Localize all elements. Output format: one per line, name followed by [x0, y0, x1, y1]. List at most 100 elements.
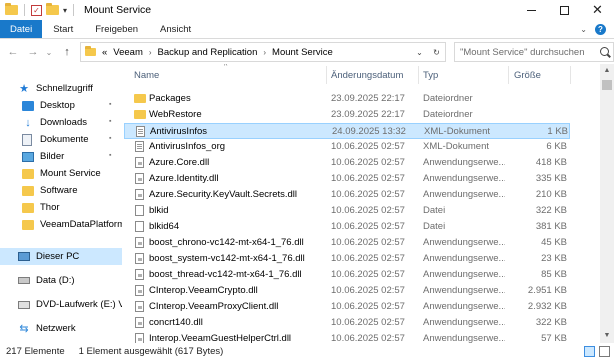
file-name: Azure.Core.dll [149, 157, 210, 168]
close-button[interactable]: ✕ [581, 0, 614, 20]
tab-datei[interactable]: Datei [0, 20, 43, 38]
file-name: blkid [149, 205, 169, 216]
nav-item-schnellzugriff[interactable]: ★ Schnellzugriff [0, 80, 122, 97]
address-bar[interactable]: « Veeam › Backup and Replication › Mount… [80, 42, 446, 62]
table-row[interactable]: boost_system-vc142-mt-x64-1_76.dll 10.06.… [124, 251, 570, 267]
large-icons-view-icon[interactable] [599, 346, 610, 357]
nav-item-software[interactable]: Software [0, 182, 122, 199]
file-size: 2.951 KB [527, 285, 567, 296]
column-divider[interactable] [326, 66, 327, 84]
file-size: 418 KB [535, 157, 567, 168]
drive-icon [18, 277, 30, 284]
table-row[interactable]: blkid64 10.06.2025 02:57 Datei 381 KB [124, 219, 570, 235]
table-row[interactable]: Azure.Core.dll 10.06.2025 02:57 Anwendungs… [124, 155, 570, 171]
breadcrumb-veeam[interactable]: Veeam [113, 47, 143, 58]
file-type: Dateiordner [423, 93, 473, 104]
column-header-size[interactable]: Größe [514, 70, 541, 81]
file-name: boost_system-vc142-mt-x64-1_76.dll [149, 253, 305, 264]
table-row[interactable]: Azure.Security.KeyVault.Secrets.dll 10.06… [124, 187, 570, 203]
file-name: Packages [149, 93, 191, 104]
title-bar: ✓ ▾ Mount Service ✕ [0, 0, 614, 20]
table-row[interactable]: WebRestore 23.09.2025 22:17 Dateiordner [124, 107, 570, 123]
quick-access-toolbar: ✓ ▾ [0, 3, 76, 16]
file-size: 45 KB [541, 237, 567, 248]
column-header-type[interactable]: Typ [423, 70, 438, 81]
scroll-down-icon[interactable]: ▼ [600, 329, 614, 343]
file-size: 6 KB [546, 141, 567, 152]
table-row[interactable]: Packages 23.09.2025 22:17 Dateiordner [124, 91, 570, 107]
dll-file-icon [135, 269, 144, 280]
file-type: Anwendungserwe... [423, 189, 505, 200]
customize-dropdown-icon[interactable]: ▾ [63, 6, 67, 15]
folder-icon[interactable] [5, 3, 18, 15]
nav-item-bilder[interactable]: Bilder ▪ [0, 148, 122, 165]
maximize-button[interactable] [548, 0, 581, 20]
nav-item-downloads[interactable]: ↓ Downloads ▪ [0, 114, 122, 131]
table-row[interactable]: CInterop.VeeamCrypto.dll 10.06.2025 02:57… [124, 283, 570, 299]
nav-item-dvd-laufwerk[interactable]: DVD-Laufwerk (E:) Ve [0, 296, 122, 313]
window-title: Mount Service [84, 4, 152, 16]
help-icon[interactable]: ? [595, 23, 606, 35]
file-type: Anwendungserwe... [423, 253, 505, 264]
tab-start[interactable]: Start [42, 20, 84, 38]
nav-item-label: Downloads [40, 117, 87, 128]
nav-item-netzwerk[interactable]: ⇆ Netzwerk [0, 320, 122, 337]
table-row[interactable]: blkid 10.06.2025 02:57 Datei 322 KB [124, 203, 570, 219]
view-toggle [584, 346, 610, 357]
column-divider[interactable] [508, 66, 509, 84]
details-view-icon[interactable] [584, 346, 595, 357]
file-date: 10.06.2025 02:57 [331, 253, 405, 264]
navigation-pane: ★ Schnellzugriff Desktop ▪ ↓ Downloads ▪… [0, 64, 122, 343]
search-icon[interactable] [600, 47, 609, 56]
minimize-button[interactable] [515, 0, 548, 20]
back-button[interactable]: ← [6, 46, 20, 58]
nav-item-thor[interactable]: Thor [0, 199, 122, 216]
tab-freigeben[interactable]: Freigeben [84, 20, 149, 38]
file-name: Interop.VeeamGuestHelperCtrl.dll [149, 333, 292, 343]
computer-icon [18, 252, 30, 261]
tab-ansicht[interactable]: Ansicht [149, 20, 202, 38]
column-header-modified[interactable]: Änderungsdatum [331, 70, 403, 81]
breadcrumb-separator-icon[interactable]: › [263, 48, 266, 57]
search-input[interactable]: "Mount Service" durchsuchen [454, 42, 614, 62]
breadcrumb-overflow[interactable]: « [102, 47, 107, 58]
minimize-icon [527, 9, 536, 11]
pin-icon: ▪ [109, 135, 112, 142]
nav-item-dieser-pc[interactable]: Dieser PC [0, 248, 122, 265]
forward-button[interactable]: → [26, 46, 40, 58]
nav-item-veeamdataplatform[interactable]: VeeamDataPlatform [0, 216, 122, 233]
nav-item-data-d[interactable]: Data (D:) [0, 272, 122, 289]
breadcrumb-backup-and-replication[interactable]: Backup and Replication [158, 47, 258, 58]
file-date: 10.06.2025 02:57 [331, 333, 405, 343]
file-date: 10.06.2025 02:57 [331, 205, 405, 216]
table-row[interactable]: Azure.Identity.dll 10.06.2025 02:57 Anwend… [124, 171, 570, 187]
table-row[interactable]: boost_chrono-vc142-mt-x64-1_76.dll 10.06.… [124, 235, 570, 251]
nav-item-label: Dokumente [40, 134, 89, 145]
file-name: boost_thread-vc142-mt-x64-1_76.dll [149, 269, 302, 280]
column-header-name[interactable]: Name [134, 70, 159, 81]
address-dropdown-icon[interactable]: ⌄ [416, 48, 423, 57]
new-folder-icon[interactable] [46, 3, 59, 15]
nav-item-dokumente[interactable]: Dokumente ▪ [0, 131, 122, 148]
up-button[interactable]: ↑ [60, 46, 74, 58]
column-divider[interactable] [418, 66, 419, 84]
vertical-scrollbar[interactable]: ▲ ▼ [600, 64, 614, 343]
nav-item-desktop[interactable]: Desktop ▪ [0, 97, 122, 114]
recent-locations-button[interactable]: ⌄ [42, 48, 56, 57]
table-row[interactable]: AntivirusInfos 24.09.2025 13:32 XML-Dokume… [124, 123, 570, 139]
address-bar-actions: ⌄ ↻ [411, 43, 445, 61]
table-row[interactable]: boost_thread-vc142-mt-x64-1_76.dll 10.06.… [124, 267, 570, 283]
ribbon-expand-icon[interactable]: ⌄ [580, 25, 587, 34]
breadcrumb-separator-icon[interactable]: › [149, 48, 152, 57]
breadcrumb-mount-service[interactable]: Mount Service [272, 47, 333, 58]
nav-item-mount-service[interactable]: Mount Service [0, 165, 122, 182]
table-row[interactable]: concrt140.dll 10.06.2025 02:57 Anwendungse… [124, 315, 570, 331]
column-divider[interactable] [570, 66, 571, 84]
scroll-up-icon[interactable]: ▲ [600, 64, 614, 78]
properties-icon[interactable]: ✓ [31, 4, 42, 16]
table-row[interactable]: AntivirusInfos_org 10.06.2025 02:57 XML-Do… [124, 139, 570, 155]
scrollbar-thumb[interactable] [602, 80, 612, 90]
refresh-icon[interactable]: ↻ [433, 48, 440, 57]
table-row[interactable]: Interop.VeeamGuestHelperCtrl.dll 10.06.20… [124, 331, 570, 343]
table-row[interactable]: CInterop.VeeamProxyClient.dll 10.06.2025 … [124, 299, 570, 315]
